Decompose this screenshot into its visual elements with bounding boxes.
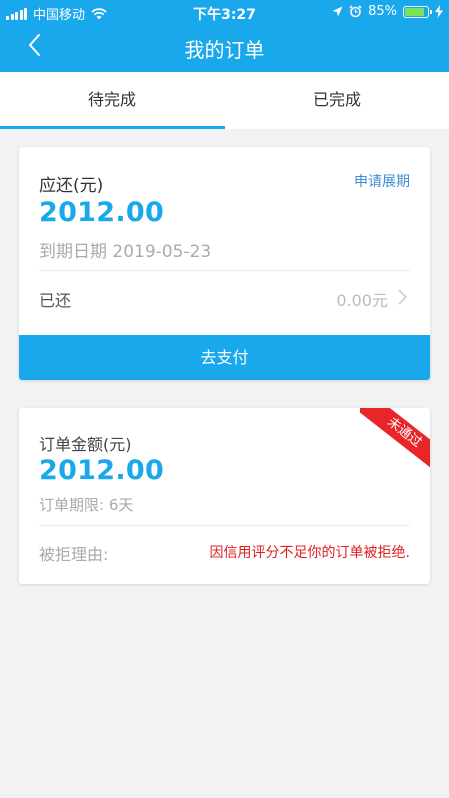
paid-value[interactable]: 0.00元	[336, 287, 388, 311]
apply-extension-link[interactable]: 申请展期	[354, 171, 410, 191]
order-amount-label: 订单金额(元)	[39, 435, 132, 454]
order-term: 订单期限: 6天	[39, 496, 134, 514]
due-date: 到期日期 2019-05-23	[39, 242, 212, 262]
order-amount-value: 2012.00	[39, 455, 165, 486]
charging-bolt-icon	[435, 5, 443, 18]
due-card: 应还(元) 申请展期 2012.00 到期日期 2019-05-23 已还 0.…	[19, 147, 430, 380]
battery-icon	[403, 5, 432, 18]
paid-label: 已还	[39, 291, 72, 310]
app-header: 中国移动 下午3:27 85% 我的订单	[0, 0, 449, 72]
order-tabs: 待完成 已完成	[0, 72, 449, 129]
battery-fill	[405, 7, 424, 16]
reject-reason-value: 因信用评分不足你的订单被拒绝.	[209, 545, 410, 561]
tab-completed[interactable]: 已完成	[225, 72, 449, 129]
status-right: 85%	[332, 4, 443, 19]
battery-percent: 85%	[368, 4, 397, 19]
tab-pending[interactable]: 待完成	[0, 72, 224, 129]
order-card: 未通过 订单金额(元) 2012.00 订单期限: 6天 被拒理由: 因信用评分…	[19, 408, 430, 584]
reject-reason-label: 被拒理由:	[39, 545, 109, 564]
status-bar: 中国移动 下午3:27 85%	[0, 0, 449, 24]
location-icon	[332, 6, 343, 17]
divider	[39, 525, 410, 526]
amount-due-label: 应还(元)	[39, 176, 104, 196]
pay-button[interactable]: 去支付	[19, 335, 430, 380]
status-ribbon-label: 未通过	[360, 408, 430, 468]
divider	[39, 270, 410, 271]
active-tab-indicator	[0, 126, 225, 129]
page-title: 我的订单	[184, 38, 265, 62]
chevron-right-icon[interactable]	[396, 288, 408, 306]
alarm-icon	[349, 5, 362, 18]
status-ribbon: 未通过	[360, 408, 430, 468]
amount-due-value: 2012.00	[39, 197, 165, 228]
